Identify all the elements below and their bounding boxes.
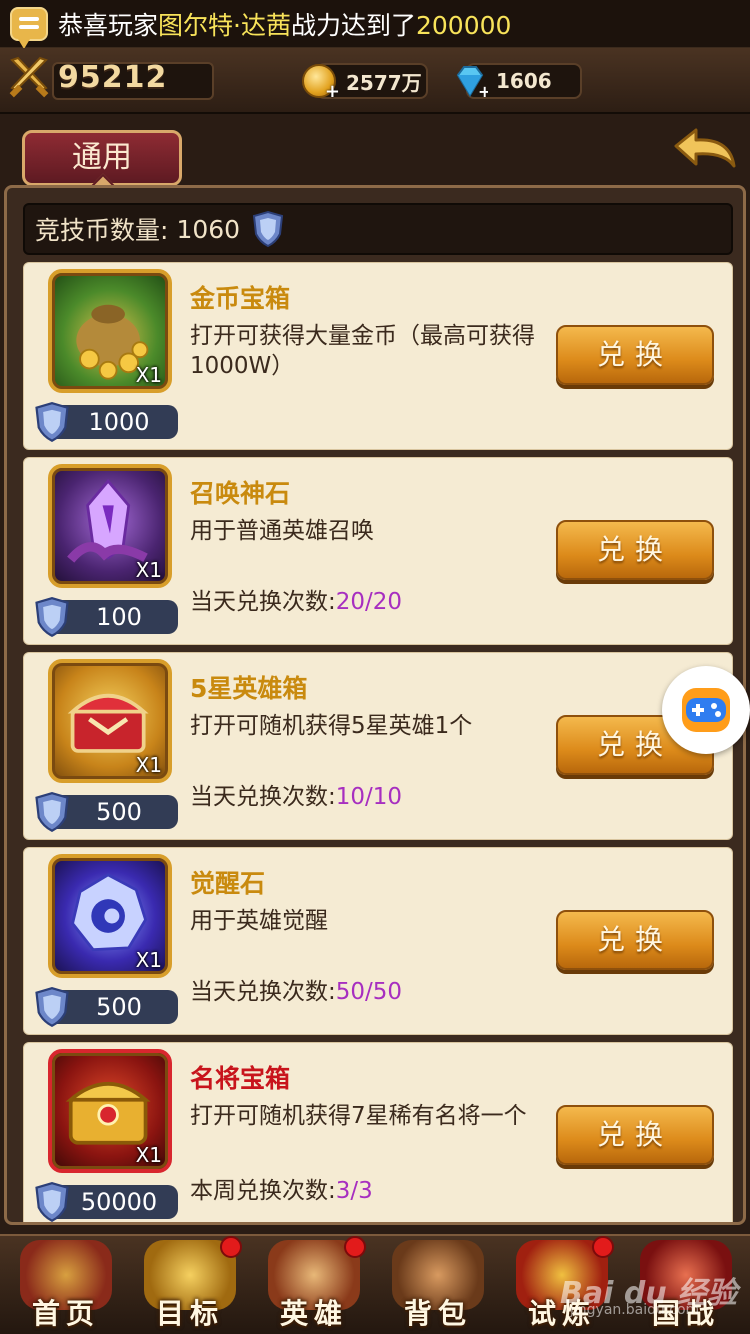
shop-item: X1 500 觉醒石 用于英雄觉醒 当天兑换次数:50/50 兑换 <box>23 847 733 1035</box>
diamond-icon: + <box>456 66 488 99</box>
item-name: 召唤神石 <box>190 479 291 508</box>
arena-shield-icon <box>35 987 69 1028</box>
exchange-limit-count: 20/20 <box>335 589 403 615</box>
item-quantity: X1 <box>135 753 162 777</box>
nav-heroes[interactable]: 英雄 <box>254 1236 374 1334</box>
legend-chest-image: X1 <box>48 1049 172 1173</box>
exchange-limit-label: 当天兑换次数: <box>190 589 336 615</box>
hero-chest-image: X1 <box>48 659 172 783</box>
item-quantity: X1 <box>135 363 162 387</box>
announcement-middle: 战力达到了 <box>290 10 416 40</box>
exchange-limit-count: 3/3 <box>335 1178 373 1204</box>
nav-label: 首页 <box>31 1297 100 1330</box>
item-name: 觉醒石 <box>190 869 266 898</box>
shop-item: X1 500 5星英雄箱 打开可随机获得5星英雄1个 当天兑换次数:10/10 … <box>23 652 733 840</box>
exchange-limit: 本周兑换次数:3/3 <box>190 1171 373 1205</box>
power-value: 95212 <box>58 60 168 95</box>
item-description: 用于英雄觉醒 <box>190 908 328 934</box>
item-description: 打开可随机获得5星英雄1个 <box>190 713 473 739</box>
item-name: 名将宝箱 <box>190 1064 291 1093</box>
exchange-limit: 当天兑换次数:20/20 <box>190 582 402 616</box>
arena-coin-amount: 1060 <box>176 214 241 244</box>
arena-shield-icon <box>35 402 69 443</box>
announcement-prefix: 恭喜玩家 <box>58 10 159 40</box>
floating-game-button[interactable] <box>662 666 750 754</box>
tab-general-label: 通用 <box>72 140 132 175</box>
exchange-limit-label: 当天兑换次数: <box>190 979 336 1005</box>
diamond-pill[interactable]: + 1606 <box>456 63 582 99</box>
announcement-value: 200000 <box>415 10 512 40</box>
item-description: 打开可获得大量金币（最高可获得1000W） <box>190 323 535 379</box>
arena-shield-icon <box>35 1182 69 1222</box>
arena-shield-icon <box>35 597 69 638</box>
item-description: 打开可随机获得7星稀有名将一个 <box>190 1103 527 1129</box>
nav-backpack[interactable]: 背包 <box>378 1236 498 1334</box>
exchange-limit: 当天兑换次数:10/10 <box>190 777 402 811</box>
watermark: Bai du 经验 jingyan.baidu.com <box>560 1268 737 1318</box>
announcement-player: 图尔特·达茜 <box>158 10 291 40</box>
exchange-limit-label: 本周兑换次数: <box>190 1178 336 1204</box>
exchange-button[interactable]: 兑换 <box>556 1105 714 1165</box>
shop-panel: 竞技币数量: 1060 X1 1000 金币宝箱 打开可获得大量金币（最高可获得… <box>4 185 746 1225</box>
gold-coin-icon <box>302 64 340 102</box>
exchange-button[interactable]: 兑换 <box>556 325 714 385</box>
arena-coin-row: 竞技币数量: 1060 <box>23 203 733 255</box>
arena-shield-icon <box>252 210 284 248</box>
announcement-text: 恭喜玩家图尔特·达茜战力达到了200000 <box>58 6 511 42</box>
gold-chest-image: X1 <box>48 269 172 393</box>
notification-dot <box>220 1236 242 1258</box>
awaken-stone-image: X1 <box>48 854 172 978</box>
exchange-limit-count: 10/10 <box>335 784 403 810</box>
resource-bar: 95212 2577万 + 1606 <box>0 48 750 114</box>
item-name: 金币宝箱 <box>190 284 291 313</box>
gold-pill[interactable]: 2577万 <box>302 63 428 102</box>
item-quantity: X1 <box>135 948 162 972</box>
arena-coin-label: 竞技币数量: <box>35 216 169 245</box>
shop-item: X1 1000 金币宝箱 打开可获得大量金币（最高可获得1000W） 兑换 <box>23 262 733 450</box>
gamepad-icon <box>682 688 730 732</box>
nav-label: 英雄 <box>279 1297 348 1330</box>
nav-home[interactable]: 首页 <box>6 1236 126 1334</box>
exchange-button[interactable]: 兑换 <box>556 910 714 970</box>
nav-label: 目标 <box>155 1297 224 1330</box>
chat-icon[interactable] <box>10 6 48 49</box>
shop-item: X1 100 召唤神石 用于普通英雄召唤 当天兑换次数:20/20 兑换 <box>23 457 733 645</box>
nav-label: 背包 <box>403 1297 472 1330</box>
item-quantity: X1 <box>135 1143 162 1167</box>
back-arrow-icon[interactable] <box>670 126 740 182</box>
tab-general[interactable]: 通用 <box>22 130 182 197</box>
notification-dot <box>344 1236 366 1258</box>
summon-stone-image: X1 <box>48 464 172 588</box>
announcement-bar: 恭喜玩家图尔特·达茜战力达到了200000 <box>0 0 750 49</box>
crossed-swords-icon <box>9 56 49 98</box>
exchange-button[interactable]: 兑换 <box>556 520 714 580</box>
svg-text:+: + <box>478 82 488 99</box>
watermark-url: jingyan.baidu.com <box>570 1302 700 1318</box>
item-description: 用于普通英雄召唤 <box>190 518 374 544</box>
arena-shield-icon <box>35 792 69 833</box>
exchange-limit-count: 50/50 <box>335 979 403 1005</box>
shop-item: X1 50000 名将宝箱 打开可随机获得7星稀有名将一个 本周兑换次数:3/3… <box>23 1042 733 1222</box>
nav-goals[interactable]: 目标 <box>130 1236 250 1334</box>
exchange-limit-label: 当天兑换次数: <box>190 784 336 810</box>
item-quantity: X1 <box>135 558 162 582</box>
notification-dot <box>592 1236 614 1258</box>
exchange-limit: 当天兑换次数:50/50 <box>190 972 402 1006</box>
item-name: 5星英雄箱 <box>190 674 308 703</box>
